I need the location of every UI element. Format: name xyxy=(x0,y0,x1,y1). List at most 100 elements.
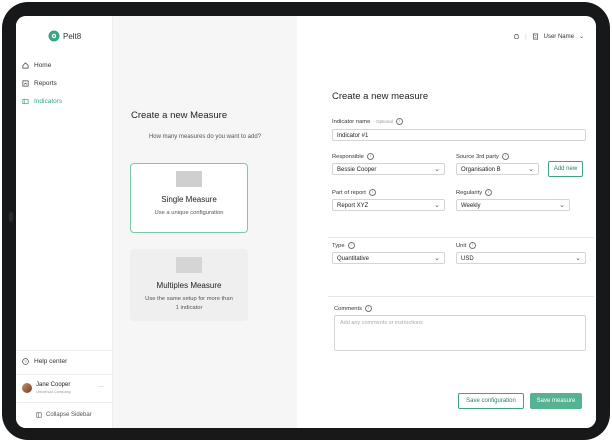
chevron-down-icon: ⌄ xyxy=(559,202,565,209)
responsible-label: Responsible i xyxy=(332,153,374,160)
add-new-button[interactable]: Add new xyxy=(548,161,583,177)
divider xyxy=(16,374,112,375)
chevron-down-icon: ⌄ xyxy=(575,255,581,262)
collapse-sidebar-label: Collapse Sidebar xyxy=(46,412,92,418)
help-center-label: Help center xyxy=(34,358,68,365)
sidebar-item-home[interactable]: Home xyxy=(22,62,51,69)
part-of-report-select[interactable]: Report XYZ ⌄ xyxy=(332,199,445,211)
label-text: Comments xyxy=(334,305,363,312)
building-icon xyxy=(532,33,538,40)
label-text: Part of report xyxy=(332,189,366,196)
select-value: Quantitative xyxy=(337,256,370,262)
card-title: Single Measure xyxy=(161,195,217,204)
app-logo[interactable]: Pelt8 xyxy=(48,30,81,42)
card-title: Multiples Measure xyxy=(156,281,222,290)
help-icon: ? xyxy=(22,358,29,365)
card-description: Use a unique configuration xyxy=(154,210,224,216)
card-image-placeholder xyxy=(176,257,202,273)
collapse-icon xyxy=(36,412,42,418)
indicator-name-input[interactable]: Indicator #1 xyxy=(332,129,586,141)
label-text: Responsible xyxy=(332,153,364,160)
info-icon[interactable]: i xyxy=(365,305,373,312)
chevron-down-icon[interactable]: ⌄ xyxy=(579,33,584,40)
topbar-user-area: | User Name ⌄ xyxy=(513,33,584,40)
select-value: Bessie Cooper xyxy=(337,167,377,173)
responsible-select[interactable]: Bessie Cooper ⌄ xyxy=(332,163,445,175)
regularity-label: Regularity i xyxy=(456,189,493,196)
bell-icon[interactable] xyxy=(513,33,520,40)
info-icon[interactable]: i xyxy=(501,153,509,160)
sidebar-item-label: Indicators xyxy=(34,98,63,105)
save-configuration-button[interactable]: Save configuration xyxy=(458,393,524,409)
label-text: Type xyxy=(332,242,345,249)
user-profile[interactable]: Jane Cooper Universal Company ··· xyxy=(22,382,106,394)
info-icon[interactable]: i xyxy=(469,242,477,249)
more-icon[interactable]: ··· xyxy=(98,384,104,390)
collapse-sidebar-button[interactable]: Collapse Sidebar xyxy=(36,412,92,418)
svg-text:?: ? xyxy=(24,359,27,364)
label-text: Indicator name xyxy=(332,118,371,125)
type-label: Type i xyxy=(332,242,355,249)
label-text: Source 3rd party xyxy=(456,153,499,160)
save-measure-button[interactable]: Save measure xyxy=(530,393,582,409)
divider xyxy=(328,296,594,297)
sidebar-item-reports[interactable]: Reports xyxy=(22,80,57,87)
label-text: Unit xyxy=(456,242,467,249)
card-description: Use the same setup for more than 1 indic… xyxy=(145,296,233,311)
chevron-down-icon: ⌄ xyxy=(434,202,440,209)
form-title: Create a new measure xyxy=(332,91,429,102)
optional-tag: - Optional xyxy=(373,119,393,124)
regularity-select[interactable]: Weekly ⌄ xyxy=(456,199,570,211)
panel-subtitle: How many measures do you want to add? xyxy=(148,134,262,140)
chevron-down-icon: ⌄ xyxy=(434,166,440,173)
logo-icon xyxy=(48,30,60,42)
comments-textarea[interactable]: Add any comments or instructions xyxy=(334,315,586,351)
multiple-measure-card[interactable]: Multiples Measure Use the same setup for… xyxy=(130,249,248,321)
indicators-icon xyxy=(22,98,29,105)
sidebar-item-indicators[interactable]: Indicators xyxy=(22,98,62,105)
home-icon xyxy=(22,62,29,69)
info-icon[interactable]: i xyxy=(485,189,493,196)
user-name: Jane Cooper xyxy=(36,382,71,388)
card-image-placeholder xyxy=(176,171,202,187)
tablet-frame: Pelt8 Home Reports Indicators ? Help cen… xyxy=(2,2,610,440)
reports-icon xyxy=(22,80,29,87)
sidebar-item-label: Home xyxy=(34,62,52,69)
chevron-down-icon: ⌄ xyxy=(434,255,440,262)
help-center-link[interactable]: ? Help center xyxy=(22,358,67,365)
sidebar: Pelt8 Home Reports Indicators ? Help cen… xyxy=(16,16,113,428)
info-icon[interactable]: i xyxy=(347,242,355,249)
type-select[interactable]: Quantitative ⌄ xyxy=(332,252,445,264)
topbar-separator: | xyxy=(525,33,527,40)
logo-text: Pelt8 xyxy=(63,31,82,41)
panel-title: Create a new Measure xyxy=(131,110,228,121)
avatar xyxy=(22,383,32,393)
info-icon[interactable]: i xyxy=(368,189,376,196)
single-measure-card[interactable]: Single Measure Use a unique configuratio… xyxy=(130,163,248,233)
divider xyxy=(16,350,112,351)
select-value: Organisation B xyxy=(461,167,501,173)
select-value: Weekly xyxy=(461,203,481,209)
select-value: USD xyxy=(461,256,474,262)
camera xyxy=(9,212,13,222)
indicator-name-label: Indicator name - Optional i xyxy=(332,118,403,125)
sidebar-item-label: Reports xyxy=(34,80,57,87)
info-icon[interactable]: i xyxy=(366,153,374,160)
measure-type-panel: Create a new Measure How many measures d… xyxy=(113,16,297,428)
user-company: Universal Company xyxy=(36,389,71,394)
select-value: Report XYZ xyxy=(337,203,369,209)
measure-form: Create a new measure Indicator name - Op… xyxy=(298,68,596,428)
comments-label: Comments i xyxy=(334,305,373,312)
divider xyxy=(16,402,112,403)
label-text: Regularity xyxy=(456,189,483,196)
unit-label: Unit i xyxy=(456,242,477,249)
part-of-report-label: Part of report i xyxy=(332,189,376,196)
topbar-user-name[interactable]: User Name xyxy=(544,34,574,40)
chevron-down-icon: ⌄ xyxy=(528,166,534,173)
source-label: Source 3rd party i xyxy=(456,153,509,160)
divider xyxy=(328,237,594,238)
source-select[interactable]: Organisation B ⌄ xyxy=(456,163,539,175)
info-icon[interactable]: i xyxy=(395,118,403,125)
unit-select[interactable]: USD ⌄ xyxy=(456,252,586,264)
app-screen: Pelt8 Home Reports Indicators ? Help cen… xyxy=(16,16,596,428)
